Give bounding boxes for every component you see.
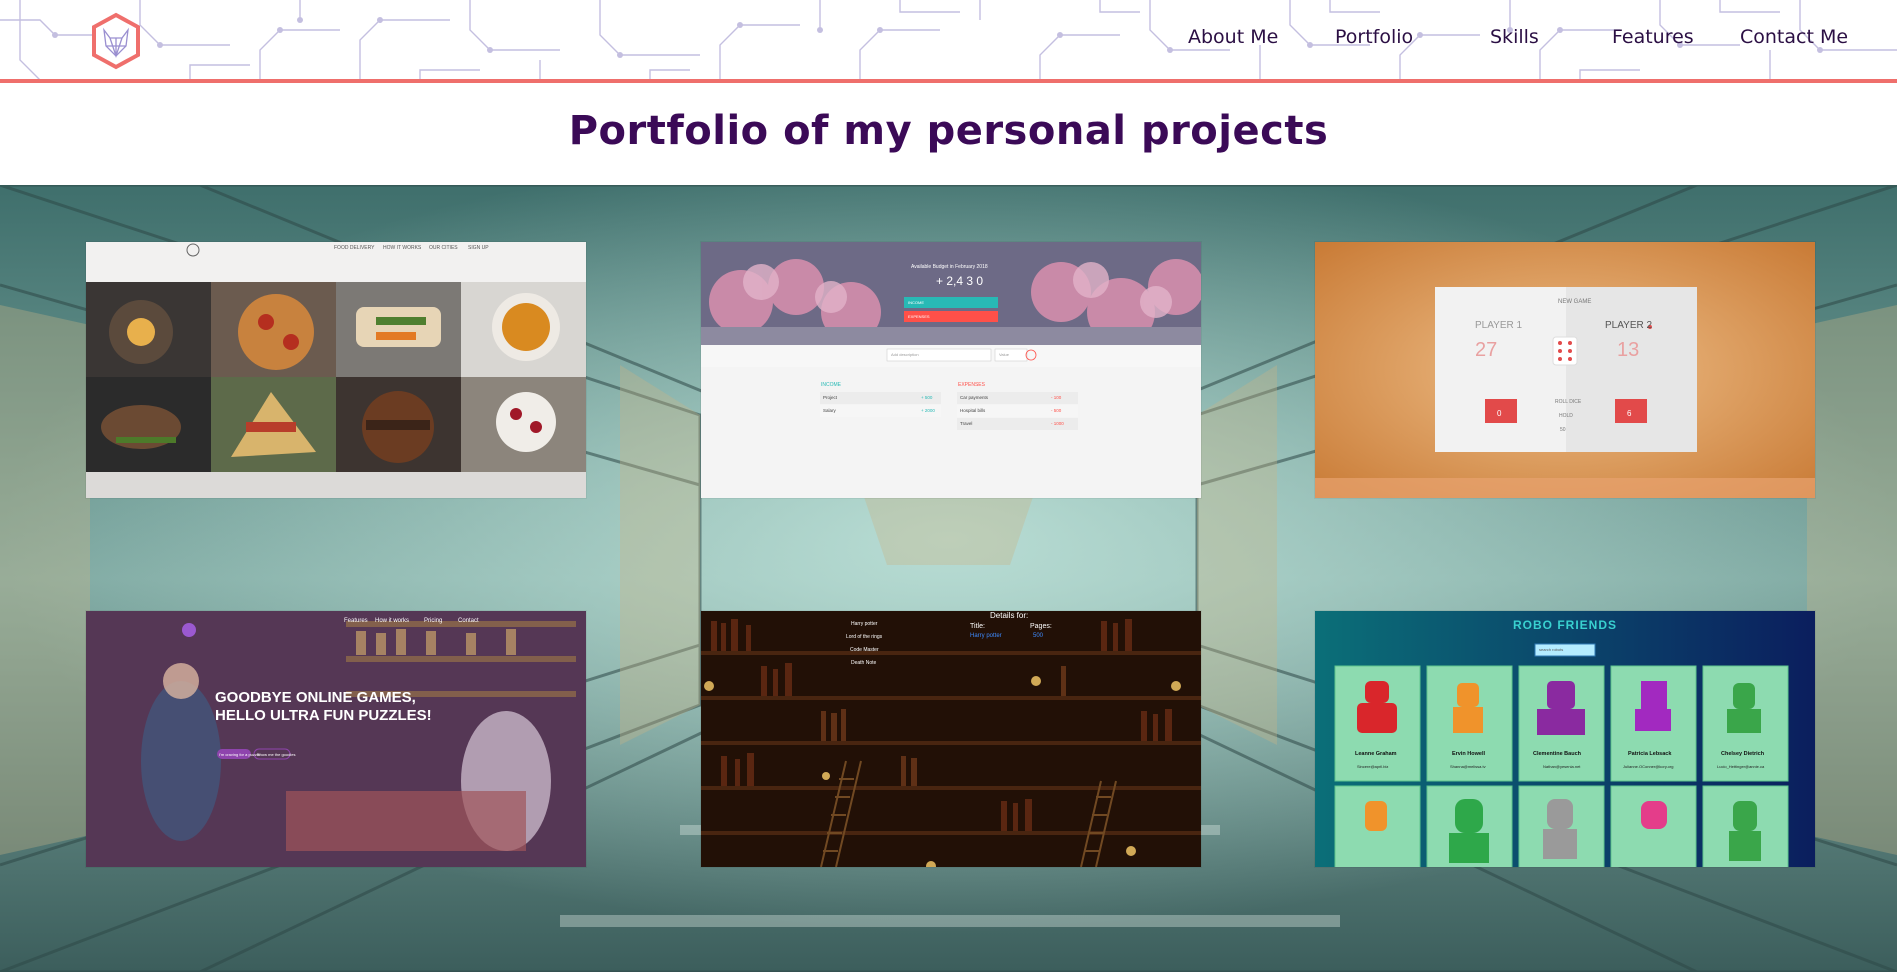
budget-expense-row-name: Hospital bills — [960, 408, 986, 413]
puzzle-nav-item: Contact — [458, 618, 479, 624]
food-nav-item: OUR CITIES — [429, 245, 458, 251]
puzzle-headline-1: GOODBYE ONLINE GAMES, — [215, 689, 416, 706]
hexagon-fox-logo-icon[interactable] — [90, 12, 142, 70]
nav-link-about-me[interactable]: About Me — [1188, 26, 1278, 54]
nav-link-skills[interactable]: Skills — [1490, 26, 1539, 54]
book-pages-label: Pages: — [1030, 623, 1052, 630]
puzzle-shop-preview — [86, 611, 586, 867]
puzzle-secondary-button: Show me the goodies — [257, 752, 296, 757]
robot-email: Shanna@melissa.tv — [1450, 764, 1486, 769]
food-nav-item: HOW IT WORKS — [383, 245, 422, 251]
budget-description-input: Add description — [891, 352, 919, 357]
budget-income-row-value: + 2000 — [921, 408, 935, 413]
nav-link-features[interactable]: Features — [1612, 26, 1694, 54]
robot-email: Nathan@yesenia.net — [1543, 764, 1581, 769]
robot-email: Lucio_Hettinger@annie.ca — [1717, 764, 1765, 769]
budget-expense-row-value: - 1000 — [1051, 421, 1064, 426]
dice-current2: 6 — [1627, 409, 1632, 418]
dice-current1: 0 — [1497, 409, 1502, 418]
budget-expense-row-name: Car payments — [960, 395, 989, 400]
budget-income-row-value: + 500 — [921, 395, 933, 400]
book-details-label: Details for: — [990, 611, 1029, 620]
robot-name: Patricia Lebsack — [1628, 751, 1672, 757]
book-list-item: Lord of the rings — [846, 634, 883, 640]
portfolio-gallery: FOOD DELIVERY HOW IT WORKS OUR CITIES SI… — [0, 185, 1897, 972]
puzzle-headline-2: HELLO ULTRA FUN PUZZLES! — [215, 707, 432, 724]
library-preview — [701, 611, 1201, 867]
budget-expenses-bar: EXPENSES — [908, 314, 930, 319]
budget-total: + 2,4 3 0 — [936, 274, 984, 288]
budget-caption: Available Budget in February 2018 — [911, 264, 988, 270]
robofriends-title: ROBO FRIENDS — [1513, 618, 1618, 632]
dice-target: 50 — [1560, 427, 1566, 433]
book-title-value: Harry potter — [970, 633, 1002, 639]
dice-player2: PLAYER 2 — [1605, 320, 1653, 331]
budget-value-input: Value — [999, 352, 1009, 357]
puzzle-primary-button: I'm craving for a puzzle — [219, 752, 261, 757]
site-header: About Me Portfolio Skills Features Conta… — [0, 0, 1897, 83]
puzzle-nav-item: How it works — [375, 618, 410, 624]
budget-expense-row-name: Travel — [960, 421, 973, 426]
budget-income-row-name: Salary — [823, 408, 836, 413]
project-card-budget-app[interactable]: Available Budget in February 2018 + 2,4 … — [701, 242, 1201, 498]
dice-hold: HOLD — [1559, 413, 1573, 419]
food-nav-item: SIGN UP — [468, 245, 489, 251]
dice-roll: ROLL DICE — [1555, 399, 1582, 405]
food-nav-item: FOOD DELIVERY — [334, 245, 375, 251]
nav-link-portfolio[interactable]: Portfolio — [1335, 26, 1413, 54]
robot-name: Chelsey Dietrich — [1721, 751, 1765, 757]
page-title: Portfolio of my personal projects — [568, 108, 1329, 154]
project-card-book-list[interactable]: Harry potter Lord of the rings Code Mast… — [701, 611, 1201, 867]
book-title-label: Title: — [970, 623, 985, 630]
project-card-robofriends[interactable]: ROBO FRIENDS search robots Leanne Graham… — [1315, 611, 1815, 867]
robofriends-search: search robots — [1539, 647, 1564, 652]
budget-expenses-title: EXPENSES — [958, 382, 985, 388]
robot-name: Leanne Graham — [1355, 751, 1397, 757]
dice-score2: 13 — [1617, 339, 1640, 361]
robot-name: Clementine Bauch — [1533, 751, 1581, 757]
dice-player1: PLAYER 1 — [1475, 320, 1523, 331]
budget-income-bar: INCOME — [908, 300, 924, 305]
food-photo-grid — [86, 242, 586, 498]
budget-expense-row-value: - 500 — [1051, 408, 1062, 413]
budget-expense-row-value: - 100 — [1051, 395, 1062, 400]
dice-new-game: NEW GAME — [1558, 299, 1592, 305]
book-list-item: Harry potter — [851, 621, 878, 627]
puzzle-nav-item: Features — [344, 618, 368, 624]
book-list-item: Code Master — [850, 647, 879, 653]
nav-link-contact-me[interactable]: Contact Me — [1740, 26, 1848, 54]
robot-name: Ervin Howell — [1452, 751, 1486, 757]
project-card-puzzles[interactable]: Features How it works Pricing Contact GO… — [86, 611, 586, 867]
budget-income-title: INCOME — [821, 382, 841, 388]
puzzle-nav-item: Pricing — [424, 618, 443, 624]
robot-email: Sincere@april.biz — [1357, 764, 1389, 769]
project-card-food-delivery[interactable]: FOOD DELIVERY HOW IT WORKS OUR CITIES SI… — [86, 242, 586, 498]
dice-game-preview — [1315, 242, 1815, 498]
book-pages-value: 500 — [1033, 633, 1044, 639]
book-list-item: Death Note — [851, 660, 877, 666]
dice-score1: 27 — [1475, 339, 1498, 361]
robot-email: Julianne.OConner@kory.org — [1623, 764, 1674, 769]
robofriends-preview — [1315, 611, 1815, 867]
budget-income-row-name: Project — [823, 395, 838, 400]
project-card-dice-game[interactable]: NEW GAME PLAYER 1 PLAYER 2 27 13 0 6 ROL… — [1315, 242, 1815, 498]
